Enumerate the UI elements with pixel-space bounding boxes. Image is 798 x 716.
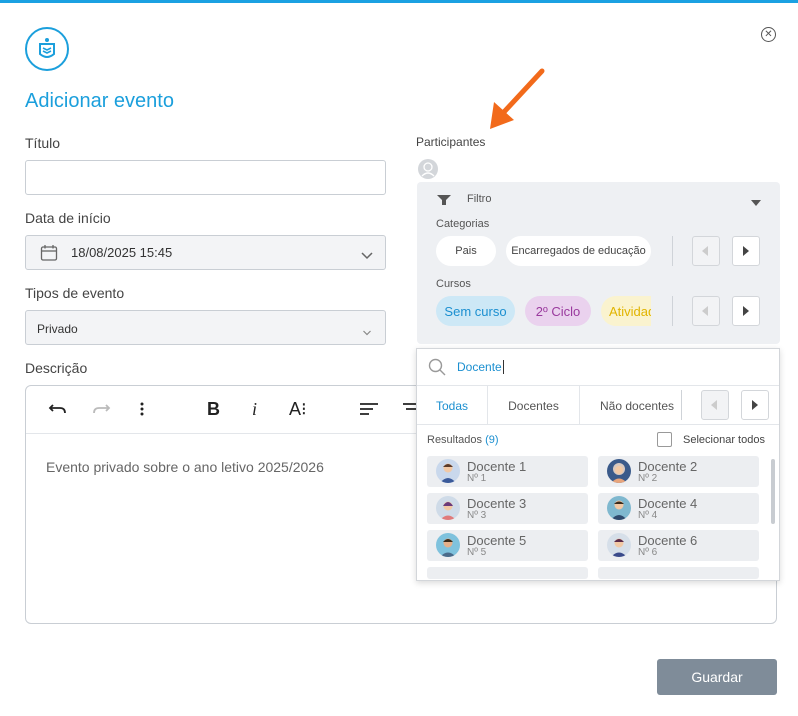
course-pill-sem-curso[interactable]: Sem curso <box>436 296 515 326</box>
select-all-checkbox[interactable] <box>657 432 672 447</box>
categorias-label: Categorias <box>436 218 490 230</box>
select-all-label: Selecionar todos <box>683 434 765 446</box>
search-input[interactable]: Docente <box>457 360 504 374</box>
text-style-icon[interactable]: A⁝ <box>289 399 307 420</box>
results-label: Resultados (9) <box>427 434 499 446</box>
chevron-down-icon <box>362 324 372 342</box>
avatar <box>436 496 460 520</box>
tab-todas[interactable]: Todas <box>417 386 488 425</box>
participant-search-panel: Docente Todas Docentes Não docentes Resu… <box>416 348 780 581</box>
result-name: Docente 3 <box>467 496 527 511</box>
tipos-evento-select[interactable]: Privado <box>25 310 386 345</box>
next-icon[interactable] <box>732 296 760 326</box>
scrollbar-thumb[interactable] <box>771 459 775 524</box>
more-options-icon[interactable] <box>139 400 145 423</box>
next-icon[interactable] <box>732 236 760 266</box>
result-card[interactable]: Docente 1 Nº 1 <box>427 456 588 487</box>
cursos-label: Cursos <box>436 278 471 290</box>
bold-icon[interactable]: B <box>207 399 220 420</box>
course-pill-2-ciclo[interactable]: 2º Ciclo <box>525 296 591 326</box>
next-icon[interactable] <box>741 390 769 420</box>
result-card[interactable] <box>598 567 759 579</box>
chevron-down-icon <box>360 248 374 266</box>
results-count: (9) <box>485 434 499 446</box>
filter-label[interactable]: Filtro <box>467 193 491 205</box>
school-logo-icon <box>25 27 69 71</box>
result-number: Nº 5 <box>467 547 487 558</box>
divider <box>672 236 673 266</box>
modal-title: Adicionar evento <box>25 90 174 112</box>
result-name: Docente 1 <box>467 459 527 474</box>
save-button[interactable]: Guardar <box>657 659 777 695</box>
tab-docentes[interactable]: Docentes <box>488 386 580 425</box>
category-pill-pais[interactable]: Pais <box>436 236 496 266</box>
divider <box>681 390 682 420</box>
course-pill-atividades[interactable]: Atividades <box>601 296 651 326</box>
participants-label: Participantes <box>416 135 486 149</box>
descricao-label: Descrição <box>25 360 88 376</box>
filter-icon <box>436 193 452 211</box>
tipos-evento-value: Privado <box>37 322 78 336</box>
search-icon <box>428 358 446 381</box>
top-accent-bar <box>0 0 798 3</box>
italic-icon[interactable]: i <box>252 399 257 420</box>
prev-icon[interactable] <box>701 390 729 420</box>
tipos-evento-label: Tipos de evento <box>25 285 125 301</box>
tab-nao-docentes[interactable]: Não docentes <box>580 386 680 425</box>
result-number: Nº 6 <box>638 547 658 558</box>
titulo-label: Título <box>25 135 61 151</box>
result-card[interactable]: Docente 5 Nº 5 <box>427 530 588 561</box>
avatar <box>607 533 631 557</box>
result-number: Nº 1 <box>467 473 487 484</box>
result-card[interactable]: Docente 3 Nº 3 <box>427 493 588 524</box>
titulo-input[interactable] <box>25 160 386 195</box>
result-card[interactable]: Docente 2 Nº 2 <box>598 456 759 487</box>
avatar <box>436 533 460 557</box>
caret-down-icon[interactable] <box>751 194 761 212</box>
annotation-arrow-icon <box>490 68 545 129</box>
result-name: Docente 6 <box>638 533 698 548</box>
editor-content[interactable]: Evento privado sobre o ano letivo 2025/2… <box>46 459 324 475</box>
results-label-text: Resultados <box>427 434 483 446</box>
result-card[interactable] <box>427 567 588 579</box>
avatar <box>607 496 631 520</box>
prev-icon[interactable] <box>692 236 720 266</box>
filter-panel: Filtro Categorias Pais Encarregados de e… <box>417 182 780 344</box>
data-inicio-picker[interactable]: 18/08/2025 15:45 <box>25 235 386 270</box>
result-number: Nº 2 <box>638 473 658 484</box>
result-number: Nº 3 <box>467 510 487 521</box>
result-card[interactable]: Docente 4 Nº 4 <box>598 493 759 524</box>
divider <box>417 424 779 425</box>
prev-icon[interactable] <box>692 296 720 326</box>
result-name: Docente 4 <box>638 496 698 511</box>
result-number: Nº 4 <box>638 510 658 521</box>
avatar <box>436 459 460 483</box>
result-name: Docente 5 <box>467 533 527 548</box>
close-icon[interactable]: ✕ <box>761 27 776 42</box>
align-left-icon[interactable] <box>359 400 379 423</box>
data-inicio-label: Data de início <box>25 210 111 226</box>
redo-icon[interactable] <box>91 400 111 423</box>
result-card[interactable]: Docente 6 Nº 6 <box>598 530 759 561</box>
calendar-icon <box>40 244 58 267</box>
divider <box>672 296 673 326</box>
participant-avatar <box>418 159 438 179</box>
category-pill-encarregados[interactable]: Encarregados de educação <box>506 236 651 266</box>
result-name: Docente 2 <box>638 459 698 474</box>
data-inicio-value: 18/08/2025 15:45 <box>71 245 173 260</box>
avatar <box>607 459 631 483</box>
undo-icon[interactable] <box>48 400 68 423</box>
